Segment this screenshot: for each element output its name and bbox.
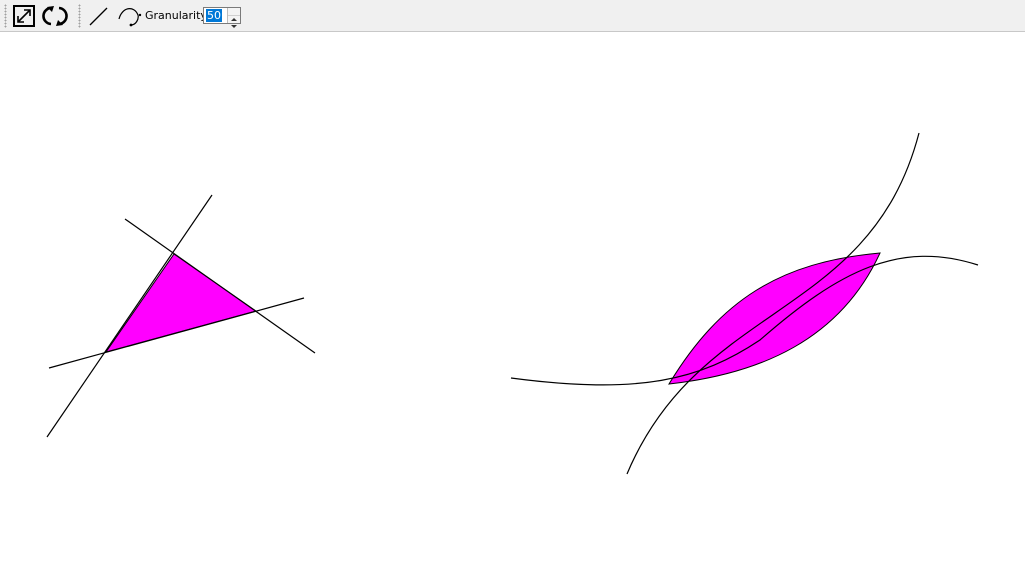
fit-view-button[interactable]: [11, 3, 37, 29]
toolbar-grip[interactable]: [4, 4, 7, 28]
fit-view-icon: [13, 5, 35, 27]
curve-intersection-region: [668, 252, 881, 385]
line-intersection-region: [104, 253, 258, 353]
granularity-label: Granularity:: [145, 9, 210, 22]
toolbar: Granularity: 50: [0, 0, 1025, 32]
line-tool-button[interactable]: [86, 3, 112, 29]
scene-svg: [46, 132, 979, 475]
curve-tool-icon: [118, 8, 142, 27]
granularity-value[interactable]: 50: [206, 9, 222, 22]
curve-tool-button[interactable]: [116, 3, 142, 29]
drawing-canvas[interactable]: [0, 33, 1025, 576]
chevron-down-icon: [231, 25, 237, 28]
toolbar-grip-2[interactable]: [78, 4, 81, 28]
reset-rotate-icon: [42, 6, 68, 26]
spin-arrows: [227, 8, 240, 28]
reset-rotate-button[interactable]: [42, 3, 68, 29]
line-tool-icon: [89, 7, 108, 26]
spin-down-button[interactable]: [228, 15, 240, 28]
granularity-spinbox[interactable]: 50: [203, 7, 241, 28]
